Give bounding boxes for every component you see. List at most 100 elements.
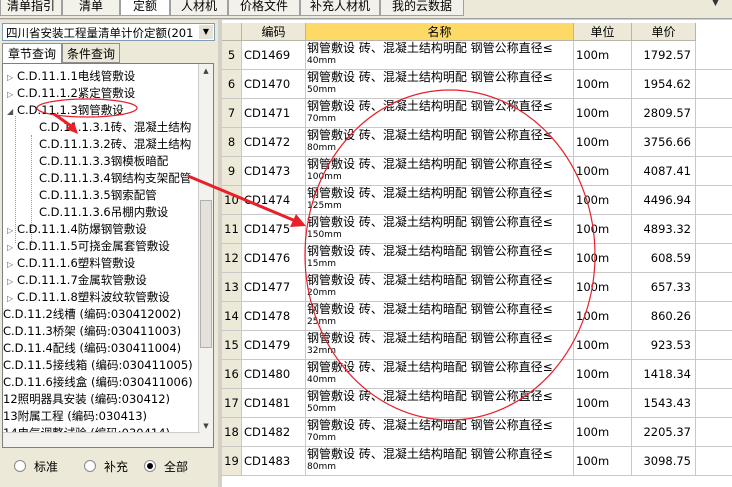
row-name-text: 钢管敷设 砖、混凝土结构明配 钢管公称直径≤ [307,70,553,84]
row-filler [696,215,732,244]
row-name-text: 钢管敷设 砖、混凝土结构明配 钢管公称直径≤ [307,215,553,229]
row-filler [696,128,732,157]
row-name: 钢管敷设 砖、混凝土结构暗配 钢管公称直径≤ 40mm [306,360,574,389]
row-name-text: 钢管敷设 砖、混凝土结构暗配 钢管公称直径≤ [307,302,553,316]
radio-all[interactable]: 全部 [144,458,188,474]
table-row[interactable]: 6 CD1470 钢管敷设 砖、混凝土结构明配 钢管公称直径≤ 50mm 100m 195… [222,70,732,99]
tab-bill[interactable]: 清单 [62,0,120,16]
tab-quota[interactable]: 定额 [120,0,170,16]
table-row[interactable]: 9 CD1473 钢管敷设 砖、混凝土结构明配 钢管公称直径≤ 100mm 100m 40… [222,157,732,186]
row-price: 4496.94 [632,186,696,215]
quota-library-select[interactable]: 四川省安装工程量清单计价定额(201 ▼ [2,23,215,41]
table-row[interactable]: 13 CD1477 钢管敷设 砖、混凝土结构暗配 钢管公称直径≤ 20mm 100m 65… [222,273,732,302]
row-name-text: 钢管敷设 砖、混凝土结构暗配 钢管公称直径≤ [307,273,553,287]
table-row[interactable]: 14 CD1478 钢管敷设 砖、混凝土结构暗配 钢管公称直径≤ 25mm 100m 86… [222,302,732,331]
row-price: 1543.43 [632,389,696,418]
tree-node-label: C.D.11.1.3.3钢模板暗配 [39,154,169,168]
table-row[interactable]: 10 CD1474 钢管敷设 砖、混凝土结构明配 钢管公称直径≤ 125mm 100m 4… [222,186,732,215]
row-name: 钢管敷设 砖、混凝土结构暗配 钢管公称直径≤ 50mm [306,389,574,418]
table-row[interactable]: 11 CD1475 钢管敷设 砖、混凝土结构明配 钢管公称直径≤ 150mm 100m 4… [222,215,732,244]
radio-standard[interactable]: 标准 [14,458,58,474]
radio-supplement[interactable]: 补充 [84,458,128,474]
row-name-spec: 80mm [307,462,336,472]
tree-leaf[interactable]: C.D.11.1.3.5钢索配管 [39,187,157,204]
table-row[interactable]: 8 CD1472 钢管敷设 砖、混凝土结构明配 钢管公称直径≤ 80mm 100m 375… [222,128,732,157]
tree-node[interactable]: 13附属工程 (编码:030413) [3,408,147,425]
row-price: 3098.75 [632,447,696,476]
expand-icon[interactable]: ▷ [7,290,17,307]
row-name: 钢管敷设 砖、混凝土结构明配 钢管公称直径≤ 70mm [306,99,574,128]
table-row[interactable]: 5 CD1469 钢管敷设 砖、混凝土结构明配 钢管公称直径≤ 40mm 100m 179… [222,41,732,70]
tree-leaf[interactable]: C.D.11.1.3.3钢模板暗配 [39,153,168,170]
header-name[interactable]: 名称 [306,23,574,41]
tree-node-label: C.D.11.1.3钢管敷设 [17,103,124,117]
row-name-spec: 70mm [307,433,336,443]
scroll-up-icon[interactable]: ▲ [199,64,213,78]
scroll-thumb[interactable] [200,200,212,348]
tree-leaf[interactable]: C.D.11.1.3.1砖、混凝土结构 [39,119,191,136]
row-index: 12 [222,244,242,273]
tree-leaf[interactable]: C.D.11.1.3.2砖、混凝土结构 [39,136,191,153]
tree-node[interactable]: C.D.11.4配线 (编码:030411004) [3,340,181,357]
table-row[interactable]: 16 CD1480 钢管敷设 砖、混凝土结构暗配 钢管公称直径≤ 40mm 100m 14… [222,360,732,389]
expand-icon[interactable]: ▷ [7,256,17,273]
chapter-tree[interactable]: ▷ C.D.11.1.1电线管敷设 ▷ C.D.11.1.2紧定管敷设 ◢ C.D.1… [2,63,214,448]
header-code[interactable]: 编码 [242,23,306,41]
table-row[interactable]: 12 CD1476 钢管敷设 砖、混凝土结构暗配 钢管公称直径≤ 15mm 100m 60… [222,244,732,273]
header-unit[interactable]: 单位 [574,23,632,41]
tree-node-label: C.D.11.1.1电线管敷设 [17,69,136,83]
table-row[interactable]: 15 CD1479 钢管敷设 砖、混凝土结构暗配 钢管公称直径≤ 32mm 100m 92… [222,331,732,360]
tree-node[interactable]: ▷ C.D.11.1.7金属软管敷设 [7,272,147,289]
tree-node[interactable]: C.D.11.6接线盒 (编码:030411006) [3,374,193,391]
tab-price-file[interactable]: 价格文件 [228,0,300,16]
expand-icon[interactable]: ▷ [7,273,17,290]
tree-node-selected[interactable]: ◢ C.D.11.1.3钢管敷设 [7,102,124,119]
tree-node[interactable]: C.D.11.3桥架 (编码:030411003) [3,323,181,340]
tab-chapter-query[interactable]: 章节查询 [2,43,62,63]
row-name-text: 钢管敷设 砖、混凝土结构暗配 钢管公称直径≤ [307,244,553,258]
tree-node[interactable]: ▷ C.D.11.1.5可挠金属套管敷设 [7,238,170,255]
table-row[interactable]: 7 CD1471 钢管敷设 砖、混凝土结构明配 钢管公称直径≤ 70mm 100m 280… [222,99,732,128]
chevron-down-icon[interactable]: ▼ [199,25,213,39]
expand-icon[interactable]: ▷ [7,69,17,86]
tab-my-cloud-data[interactable]: 我的云数据 [380,0,464,16]
header-price[interactable]: 单价 [632,23,696,41]
tree-node-label: 13附属工程 (编码:030413) [3,409,148,423]
expand-icon[interactable]: ▷ [7,239,17,256]
radio-label: 标准 [34,460,59,474]
table-row[interactable]: 17 CD1481 钢管敷设 砖、混凝土结构暗配 钢管公称直径≤ 50mm 100m 15… [222,389,732,418]
row-index: 5 [222,41,242,70]
tab-condition-query[interactable]: 条件查询 [62,43,120,63]
tree-leaf[interactable]: C.D.11.1.3.4钢结构支架配管 [39,170,191,187]
tree-horizontal-scrollbar[interactable] [3,432,200,447]
expand-icon[interactable]: ▷ [7,222,17,239]
row-price: 4893.32 [632,215,696,244]
pin-icon[interactable]: ▼ [712,0,724,12]
tab-supplement-materials[interactable]: 补充人材机 [300,0,380,16]
expand-icon[interactable]: ▷ [7,86,17,103]
collapse-icon[interactable]: ◢ [7,103,17,120]
tree-node[interactable]: ▷ C.D.11.1.6塑料管敷设 [7,255,135,272]
tab-bill-guide[interactable]: 清单指引 [0,0,62,16]
tree-node-label: C.D.11.1.5可挠金属套管敷设 [17,239,170,253]
tree-node[interactable]: 12照明器具安装 (编码:030412) [3,391,170,408]
tree-node[interactable]: C.D.11.5接线箱 (编码:030411005) [3,357,193,374]
tree-node[interactable]: ▷ C.D.11.1.8塑料波纹软管敷设 [7,289,170,306]
tree-node[interactable]: ▷ C.D.11.1.1电线管敷设 [7,68,135,85]
scroll-down-icon[interactable]: ▼ [199,419,213,433]
row-code: CD1473 [242,157,306,186]
table-row[interactable]: 19 CD1483 钢管敷设 砖、混凝土结构暗配 钢管公称直径≤ 80mm 100m 30… [222,447,732,476]
tree-node[interactable]: ▷ C.D.11.1.4防爆钢管敷设 [7,221,147,238]
row-code: CD1469 [242,41,306,70]
tree-node[interactable]: ▷ C.D.11.1.2紧定管敷设 [7,85,135,102]
row-unit: 100m [574,41,632,70]
tab-labor-material-machine[interactable]: 人材机 [170,0,228,16]
row-code: CD1481 [242,389,306,418]
tree-node[interactable]: C.D.11.2线槽 (编码:030412002) [3,306,181,323]
table-row[interactable]: 18 CD1482 钢管敷设 砖、混凝土结构暗配 钢管公称直径≤ 70mm 100m 22… [222,418,732,447]
tree-leaf[interactable]: C.D.11.1.3.6吊棚内敷设 [39,204,168,221]
row-unit: 100m [574,157,632,186]
tree-vertical-scrollbar[interactable]: ▲ ▼ [198,64,213,447]
tree-node-label: C.D.11.1.3.2砖、混凝土结构 [39,137,192,151]
row-price: 2809.57 [632,99,696,128]
